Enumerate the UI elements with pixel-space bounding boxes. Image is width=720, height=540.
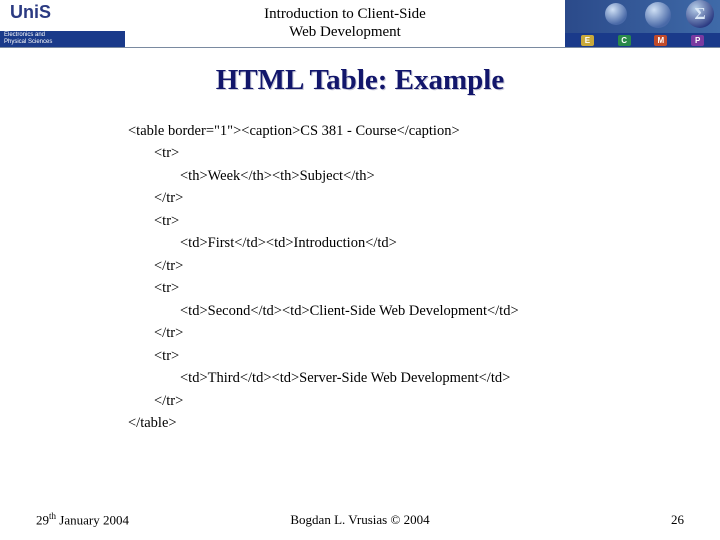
header-badges: E C M P — [565, 33, 720, 47]
code-example: <table border="1"><caption>CS 381 - Cour… — [128, 120, 668, 435]
code-line: </table> — [128, 412, 668, 434]
badge-c: C — [618, 35, 631, 46]
header-title: Introduction to Client-Side Web Developm… — [125, 0, 565, 47]
sigma-icon: Σ — [686, 0, 714, 28]
badge-p: P — [691, 35, 704, 46]
department-stripe: Electronics and Physical Sciences — [0, 31, 125, 47]
code-line: <td>Third</td><td>Server-Side Web Develo… — [128, 367, 668, 389]
code-line: <tr> — [128, 277, 668, 299]
footer-page-number: 26 — [671, 512, 684, 528]
dept-line2: Physical Sciences — [4, 39, 52, 45]
code-line: <tr> — [128, 345, 668, 367]
code-line: </tr> — [128, 390, 668, 412]
code-line: <tr> — [128, 142, 668, 164]
header-title-line1: Introduction to Client-Side — [264, 6, 426, 23]
header-right-graphic: Σ E C M P — [565, 0, 720, 47]
unis-logo: UniS — [10, 2, 51, 23]
code-line: <th>Week</th><th>Subject</th> — [128, 165, 668, 187]
code-line: <table border="1"><caption>CS 381 - Cour… — [128, 120, 668, 142]
code-line: <td>First</td><td>Introduction</td> — [128, 232, 668, 254]
code-line: </tr> — [128, 187, 668, 209]
code-line: <td>Second</td><td>Client-Side Web Devel… — [128, 300, 668, 322]
slide-title: HTML Table: Example — [0, 64, 720, 97]
code-line: <tr> — [128, 210, 668, 232]
header-orbs: Σ — [565, 0, 720, 33]
dept-line1: Electronics and — [4, 32, 45, 38]
university-logo-block: UniS Electronics and Physical Sciences — [0, 0, 125, 47]
badge-e: E — [581, 35, 594, 46]
code-line: </tr> — [128, 322, 668, 344]
badge-m: M — [654, 35, 667, 46]
decorative-orb-icon — [645, 2, 671, 28]
decorative-orb-icon — [605, 3, 627, 25]
slide-header: UniS Electronics and Physical Sciences I… — [0, 0, 720, 48]
footer-copyright: Bogdan L. Vrusias © 2004 — [0, 512, 720, 528]
code-line: </tr> — [128, 255, 668, 277]
header-title-line2: Web Development — [289, 24, 401, 41]
